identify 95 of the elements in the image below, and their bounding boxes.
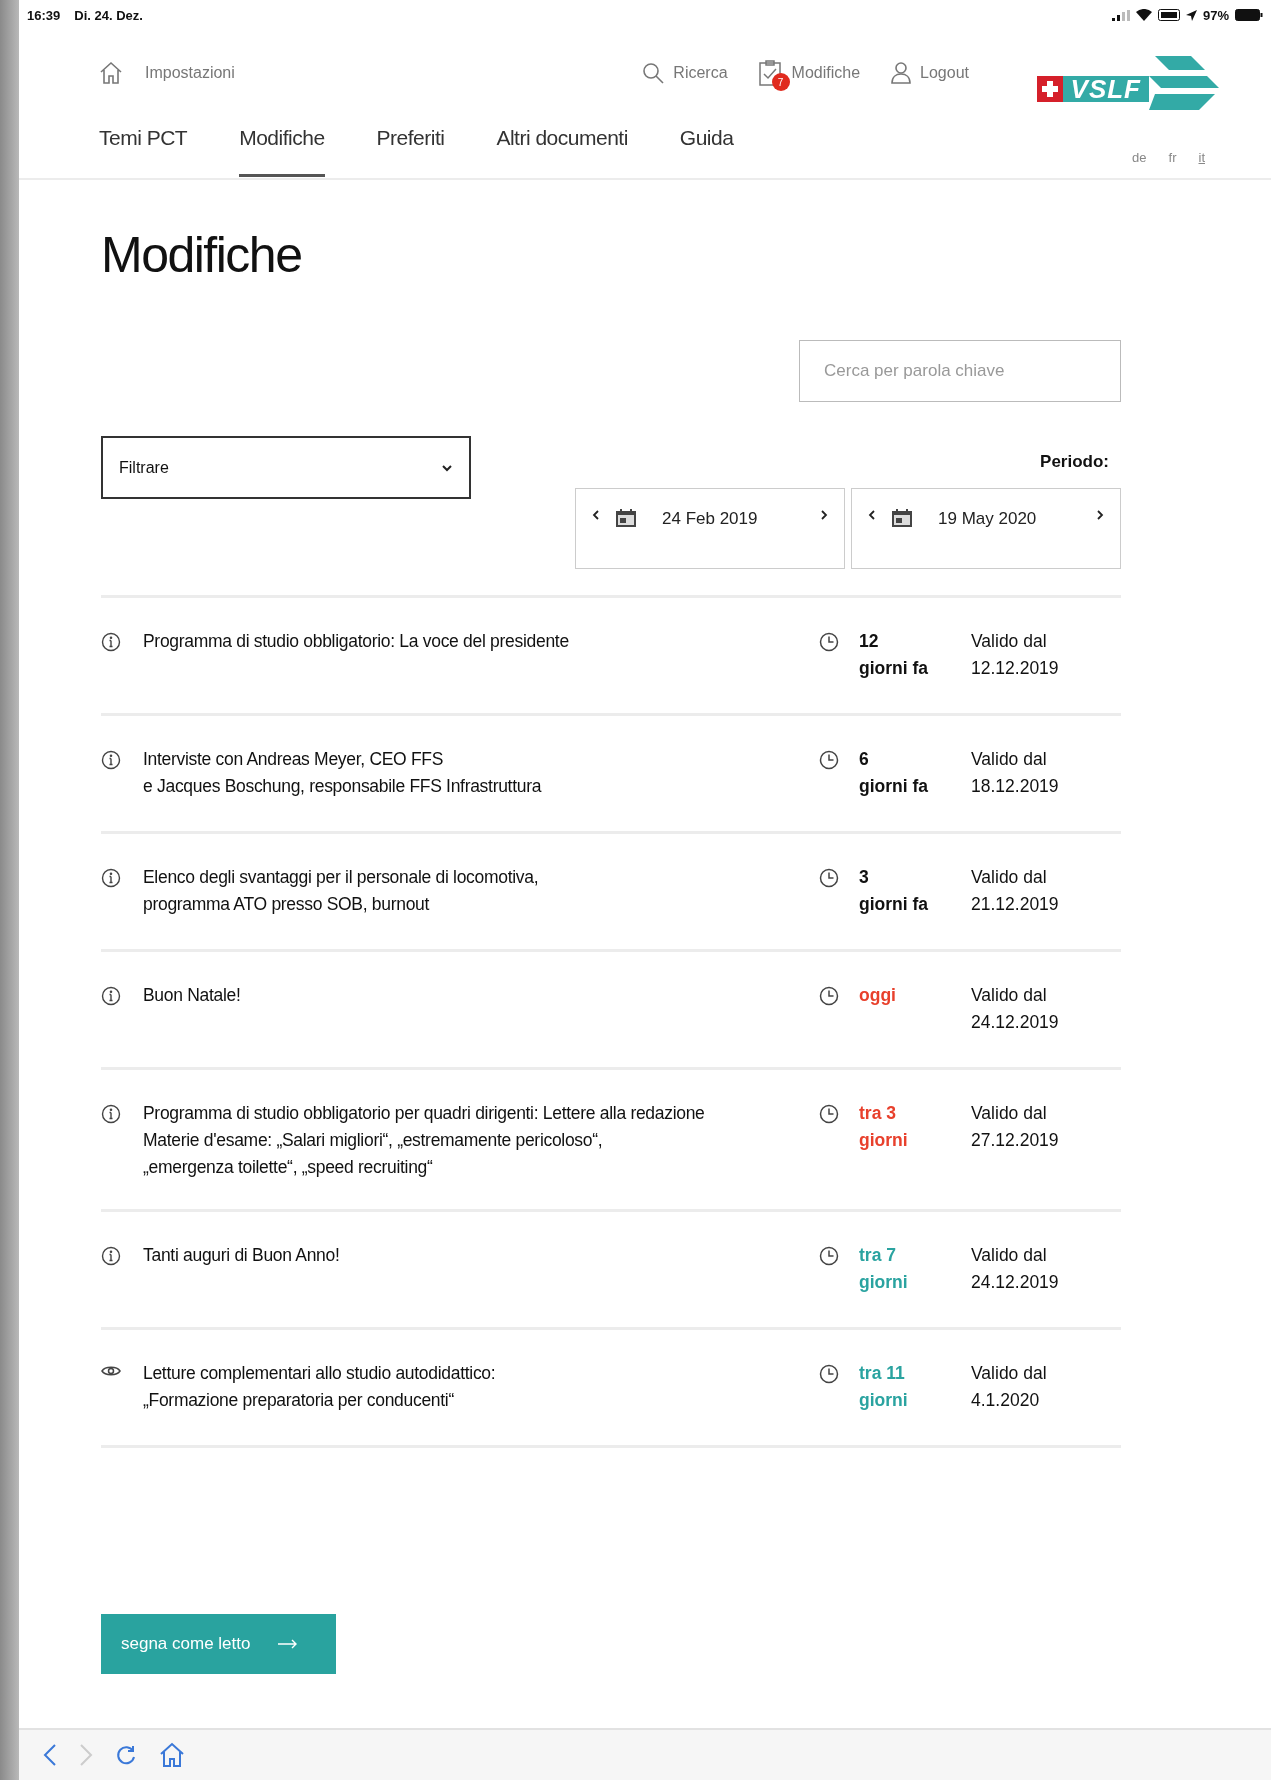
date-picker[interactable]: 19 May 2020 bbox=[851, 488, 1121, 569]
battery-percent: 97% bbox=[1202, 7, 1229, 23]
date-value: 19 May 2020 bbox=[937, 509, 1038, 529]
user-icon bbox=[890, 61, 913, 85]
filter-dropdown[interactable]: Filtrare bbox=[101, 436, 471, 499]
info-icon bbox=[101, 632, 121, 652]
location-icon bbox=[1185, 9, 1197, 21]
valid-label: Valido dal bbox=[971, 630, 1048, 653]
valid-date: 24.12.2019 bbox=[971, 1011, 1060, 1034]
valid-date: 12.12.2019 bbox=[971, 657, 1060, 680]
relative-time: tra 3 giorni bbox=[859, 1102, 909, 1152]
change-title[interactable]: Letture complementari allo studio autodidattico: „Formazione preparatoria per conducenti“ bbox=[127, 1360, 813, 1417]
home-icon[interactable] bbox=[99, 61, 123, 85]
valid-label: Valido dal bbox=[971, 1244, 1048, 1267]
change-title[interactable]: Tanti auguri di Buon Anno! bbox=[127, 1242, 813, 1299]
previous-button[interactable] bbox=[592, 509, 600, 521]
eye-icon bbox=[101, 1364, 121, 1378]
count-badge: 7 bbox=[771, 73, 790, 91]
swiss-flag-icon bbox=[1036, 76, 1063, 102]
language-link[interactable]: de bbox=[1132, 150, 1147, 165]
relative-time: tra 11 giorni bbox=[859, 1362, 909, 1412]
calendar-icon bbox=[616, 509, 636, 527]
logo-text: VSLF bbox=[1062, 76, 1149, 102]
relative-time: 3 giorni fa bbox=[859, 866, 930, 916]
nav-tab[interactable]: Modifiche bbox=[239, 114, 325, 177]
status-time: 16:39 bbox=[27, 7, 61, 23]
nav-tab[interactable]: Temi PCT bbox=[99, 114, 188, 177]
status-date: Di. 24. Dez. bbox=[74, 7, 143, 23]
search-link[interactable]: Ricerca bbox=[641, 61, 728, 85]
home-button[interactable] bbox=[159, 1742, 185, 1768]
date-value: 24 Feb 2019 bbox=[661, 509, 759, 529]
calendar-icon bbox=[892, 509, 912, 527]
valid-date: 4.1.2020 bbox=[971, 1389, 1041, 1412]
user-link[interactable]: Logout bbox=[890, 61, 969, 85]
clock-icon bbox=[819, 986, 839, 1006]
relative-time: oggi bbox=[859, 984, 897, 1007]
nav-tab[interactable]: Guida bbox=[679, 114, 734, 177]
date-picker[interactable]: 24 Feb 2019 bbox=[575, 488, 845, 569]
valid-label: Valido dal bbox=[971, 1362, 1048, 1385]
valid-label: Valido dal bbox=[971, 866, 1048, 889]
info-icon bbox=[101, 750, 121, 770]
change-title[interactable]: Programma di studio obbligatorio per quadri dirigenti: Lettere alla redazione Materie d'esame: „Salari migliori“, „estremamente pericoloso“, „emergenza toilette“, „speed recruiting“ bbox=[127, 1100, 813, 1181]
chevron-left-icon bbox=[592, 509, 600, 521]
page-title: Modifiche bbox=[101, 226, 303, 284]
search-field[interactable]: Cerca per parola chiave bbox=[799, 340, 1121, 402]
next-button[interactable] bbox=[1096, 509, 1104, 521]
language-link[interactable]: fr bbox=[1168, 150, 1177, 165]
chevron-left-icon bbox=[868, 509, 876, 521]
clock-icon bbox=[819, 1364, 839, 1384]
relative-time: 12 giorni fa bbox=[859, 630, 930, 680]
battery-icon bbox=[1235, 9, 1263, 21]
valid-label: Valido dal bbox=[971, 748, 1048, 771]
arrow-right-icon bbox=[278, 1639, 299, 1649]
previous-button[interactable] bbox=[868, 509, 876, 521]
period-label: Periodo: bbox=[1040, 452, 1109, 472]
relative-time: tra 7 giorni bbox=[859, 1244, 909, 1294]
reload-icon bbox=[115, 1744, 137, 1766]
valid-date: 21.12.2019 bbox=[971, 893, 1060, 916]
chevron-right-icon bbox=[820, 509, 828, 521]
valid-date: 24.12.2019 bbox=[971, 1271, 1060, 1294]
vpn-icon bbox=[1157, 9, 1180, 21]
nav-tab[interactable]: Altri documenti bbox=[496, 114, 628, 177]
change-title[interactable]: Buon Natale! bbox=[127, 982, 813, 1039]
valid-label: Valido dal bbox=[971, 984, 1048, 1007]
clock-icon bbox=[819, 1246, 839, 1266]
clipboard-check-icon bbox=[757, 59, 784, 87]
valid-date: 18.12.2019 bbox=[971, 775, 1060, 798]
info-icon bbox=[101, 868, 121, 888]
chevron-right-icon bbox=[1096, 509, 1104, 521]
signal-icon bbox=[1111, 9, 1130, 21]
clock-icon bbox=[819, 868, 839, 888]
back-button[interactable] bbox=[43, 1743, 57, 1767]
clock-icon bbox=[819, 1104, 839, 1124]
info-icon bbox=[101, 986, 121, 1006]
chevron-right-icon bbox=[79, 1743, 93, 1767]
relative-time: 6 giorni fa bbox=[859, 748, 930, 798]
chevron-left-icon bbox=[43, 1743, 57, 1767]
change-title[interactable]: Programma di studio obbligatorio: La voce del presidente bbox=[127, 628, 813, 685]
wifi-icon bbox=[1135, 9, 1152, 21]
valid-label: Valido dal bbox=[971, 1102, 1048, 1125]
language-link[interactable]: it bbox=[1198, 150, 1205, 165]
valid-date: 27.12.2019 bbox=[971, 1129, 1060, 1152]
info-icon bbox=[101, 1246, 121, 1266]
nav-tab[interactable]: Preferiti bbox=[376, 114, 445, 177]
clock-icon bbox=[819, 750, 839, 770]
settings-link[interactable]: Impostazioni bbox=[145, 64, 235, 82]
change-title[interactable]: Interviste con Andreas Meyer, CEO FFS e Jacques Boschung, responsabile FFS Infrastruttura bbox=[127, 746, 813, 803]
search-icon bbox=[641, 61, 666, 85]
reload-button[interactable] bbox=[115, 1744, 137, 1766]
next-button[interactable] bbox=[820, 509, 828, 521]
info-icon bbox=[101, 1104, 121, 1124]
clock-icon bbox=[819, 632, 839, 652]
home-icon bbox=[159, 1742, 185, 1768]
change-title[interactable]: Elenco degli svantaggi per il personale di locomotiva, programma ATO presso SOB, burnout bbox=[127, 864, 813, 921]
chevron-down-icon bbox=[441, 463, 453, 472]
